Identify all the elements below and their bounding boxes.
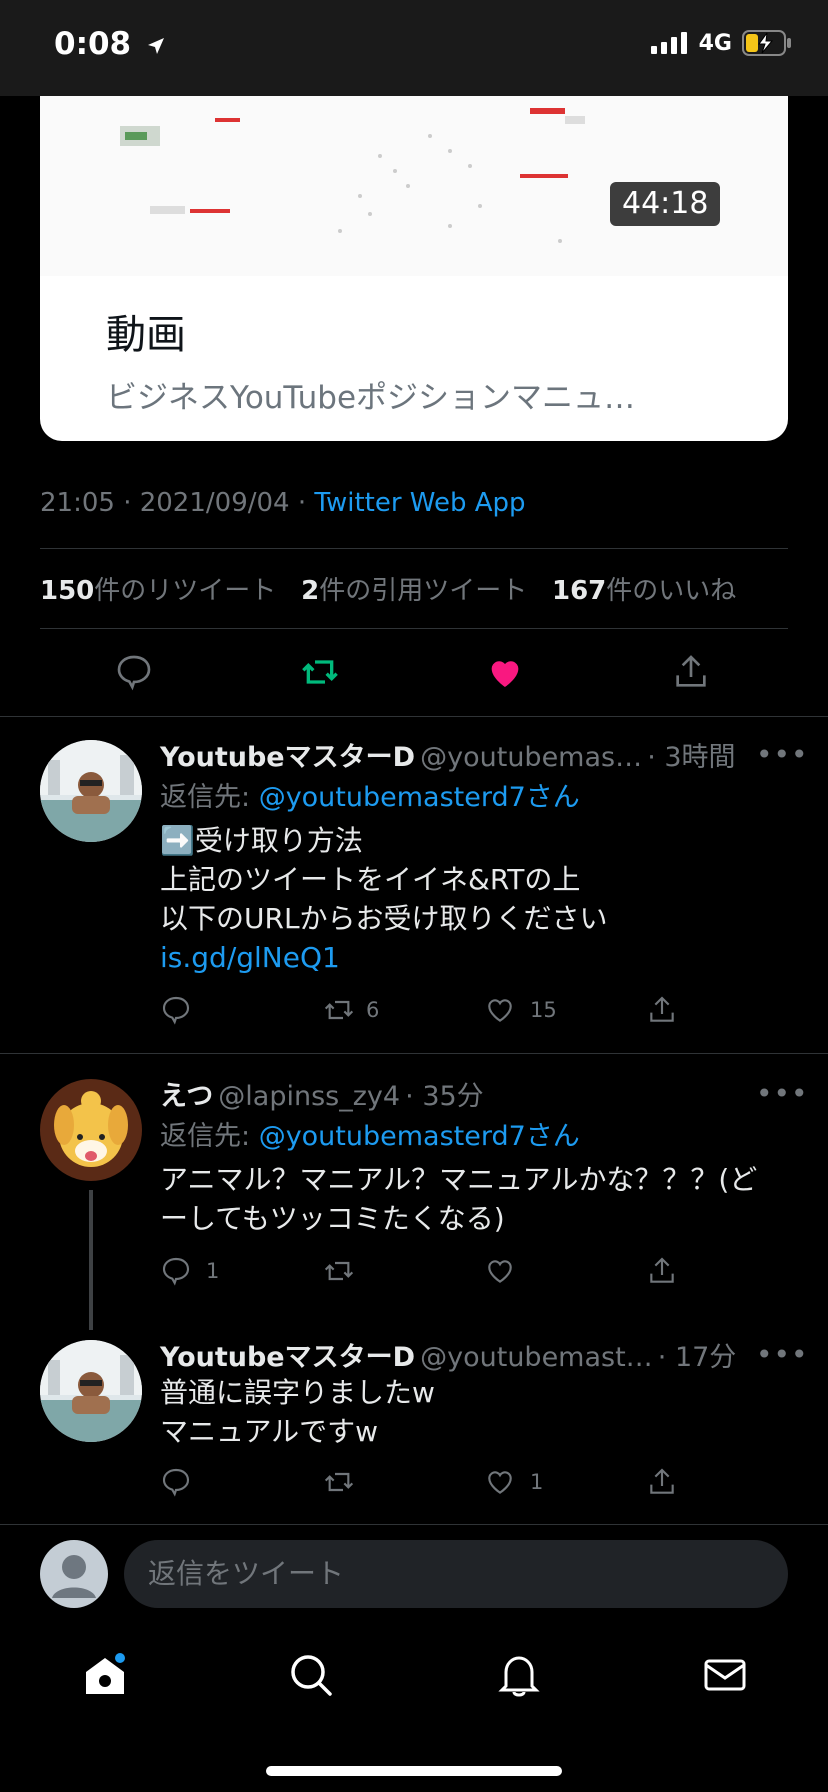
reply-icon — [162, 1257, 190, 1286]
share-icon — [650, 1468, 674, 1494]
comment-count: 1 — [206, 1259, 220, 1283]
reply-to: 返信先: @youtubemasterd7さん — [160, 782, 580, 813]
like-button[interactable] — [485, 652, 525, 692]
share-button[interactable] — [671, 652, 711, 692]
avatar-image — [40, 1079, 142, 1181]
tweet-text: アニマル？マニアル？マニュアルかな？？？(ど ーしてもツッコミたくなる) — [160, 1163, 758, 1235]
share-icon — [676, 655, 706, 687]
handle[interactable]: @youtubemas… — [420, 742, 642, 773]
user-avatar[interactable] — [40, 1540, 108, 1608]
tweet-stats: 150件のリツイート 2件の引用ツイート 167件のいいね — [40, 570, 736, 607]
retweet-icon — [324, 1261, 354, 1281]
card-description: ビジネスYouTubeポジションマニュ… — [106, 380, 636, 416]
messages-icon — [704, 1659, 746, 1691]
divider — [0, 1524, 828, 1525]
location-arrow-icon — [147, 37, 164, 54]
like-action[interactable]: 15 — [484, 994, 557, 1026]
reply-header: YoutubeマスターD @youtubemas… · 3時間 — [160, 735, 790, 774]
video-duration: 44:18 — [610, 182, 721, 226]
retweet-count: 6 — [366, 998, 380, 1022]
reply-input[interactable]: 返信をツイート — [124, 1540, 788, 1608]
tab-search[interactable] — [288, 1652, 334, 1698]
home-icon — [86, 1653, 125, 1694]
reply-icon — [162, 1468, 190, 1497]
reply-button[interactable] — [114, 652, 154, 692]
notifications-icon — [498, 1656, 540, 1697]
network-label: 4G — [698, 30, 732, 56]
like-count: 1 — [530, 1470, 544, 1494]
status-indicators: 4G — [650, 30, 792, 56]
retweet-icon — [324, 1472, 354, 1492]
handle[interactable]: @lapinss_zy4 — [218, 1081, 400, 1112]
display-name[interactable]: YoutubeマスターD — [160, 1342, 415, 1373]
share-action[interactable] — [646, 1466, 678, 1498]
status-time: 0:08 — [54, 26, 166, 62]
divider — [40, 548, 788, 549]
battery-icon — [742, 30, 791, 56]
reply-to-link[interactable]: @youtubemasterd7さん — [259, 1121, 580, 1152]
share-action[interactable] — [646, 1255, 678, 1287]
timestamp: · 17分 — [657, 1342, 737, 1373]
signal-icon — [650, 32, 687, 54]
retweet-action[interactable] — [322, 1255, 356, 1287]
retweet-icon — [302, 660, 338, 684]
retweet-action[interactable] — [322, 1466, 356, 1498]
like-icon — [488, 1260, 512, 1283]
divider — [0, 716, 828, 717]
retweet-action[interactable]: 6 — [322, 994, 379, 1026]
like-action[interactable] — [484, 1255, 516, 1287]
card-kind-label: 動画 — [106, 312, 186, 358]
share-action[interactable] — [646, 994, 678, 1026]
like-action[interactable]: 1 — [484, 1466, 543, 1498]
avatar-placeholder-icon — [40, 1540, 108, 1608]
reply-header: えつ @lapinss_zy4 · 35分 — [160, 1074, 790, 1113]
tab-notifications[interactable] — [496, 1652, 542, 1698]
display-name[interactable]: YoutubeマスターD — [160, 742, 415, 773]
more-icon[interactable]: ••• — [756, 1077, 809, 1110]
tweet-link[interactable]: is.gd/glNeQ1 — [160, 938, 608, 977]
avatar-image — [40, 1340, 142, 1442]
thread-line — [89, 1190, 93, 1330]
avatar-image — [40, 740, 142, 842]
home-indicator — [266, 1766, 562, 1776]
reply-action[interactable]: 1 — [160, 1255, 219, 1287]
retweets-stat[interactable]: 150件のリツイート — [40, 576, 276, 606]
search-icon — [291, 1655, 332, 1696]
reply-icon — [117, 655, 151, 691]
tweet-text: 普通に誤字りましたw マニュアルですw — [160, 1376, 435, 1448]
tweet-timestamp: 21:05 · 2021/09/04 · Twitter Web App — [40, 488, 526, 518]
more-icon[interactable]: ••• — [756, 1338, 809, 1371]
like-icon — [488, 1471, 512, 1494]
video-card[interactable]: 44:18 動画 ビジネスYouTubeポジションマニュ… — [40, 96, 788, 441]
avatar[interactable] — [40, 1340, 142, 1442]
avatar[interactable] — [40, 1079, 142, 1181]
reply-to-link[interactable]: @youtubemasterd7さん — [259, 782, 580, 813]
display-name[interactable]: えつ — [160, 1081, 213, 1112]
timestamp: · 3時間 — [647, 742, 736, 773]
reply-action[interactable] — [160, 994, 192, 1026]
avatar[interactable] — [40, 740, 142, 842]
reply-icon — [162, 996, 190, 1025]
reply-to: 返信先: @youtubemasterd7さん — [160, 1121, 580, 1152]
source-link[interactable]: Twitter Web App — [314, 488, 525, 518]
tab-home[interactable] — [82, 1652, 128, 1698]
like-count: 15 — [530, 998, 557, 1022]
retweet-icon — [324, 1000, 354, 1020]
reply-header: YoutubeマスターD @youtubemast… · 17分 — [160, 1335, 790, 1374]
quotes-stat[interactable]: 2件の引用ツイート — [301, 576, 527, 606]
share-icon — [650, 1257, 674, 1283]
share-icon — [650, 996, 674, 1022]
timestamp: · 35分 — [405, 1081, 484, 1112]
more-icon[interactable]: ••• — [756, 738, 809, 771]
tab-messages[interactable] — [702, 1652, 748, 1698]
handle[interactable]: @youtubemast… — [420, 1342, 653, 1373]
retweet-button[interactable] — [299, 652, 341, 692]
divider — [0, 1053, 828, 1054]
reply-action[interactable] — [160, 1466, 192, 1498]
like-icon — [491, 661, 519, 687]
tweet-text: ➡️受け取り方法 上記のツイートをイイネ&RTの上 以下のURLからお受け取りく… — [160, 821, 608, 977]
likes-stat[interactable]: 167件のいいね — [552, 576, 736, 606]
divider — [40, 628, 788, 629]
like-icon — [488, 999, 512, 1022]
